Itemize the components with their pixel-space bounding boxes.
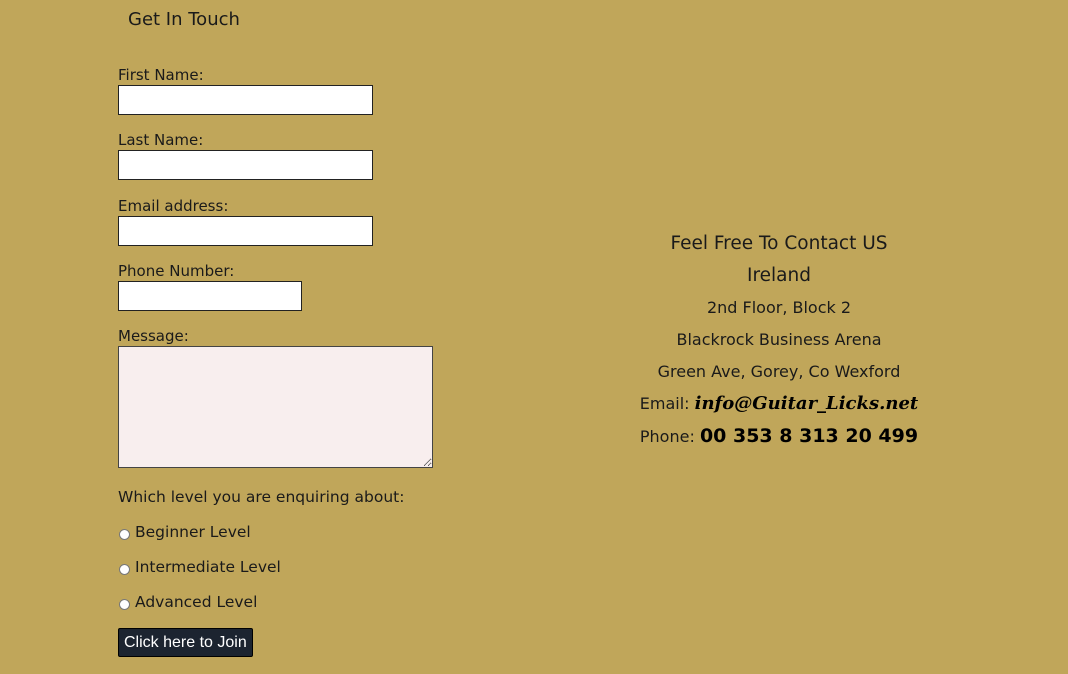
form-title: Get In Touch [128, 9, 240, 30]
phone-line: Phone: 00 353 8 313 20 499 [570, 420, 988, 452]
phone-label: Phone Number: [118, 262, 235, 280]
contact-country: Ireland [747, 265, 811, 286]
phone-input[interactable] [118, 281, 302, 311]
contact-email-value: info@Guitar_Licks.net [694, 393, 919, 414]
contact-phone-value: 00 353 8 313 20 499 [699, 425, 919, 447]
radio-option-advanced[interactable]: Advanced Level [118, 592, 257, 612]
first-name-label: First Name: [118, 66, 204, 84]
address-line-1: 2nd Floor, Block 2 [706, 298, 852, 317]
email-input[interactable] [118, 216, 373, 246]
radio-option-beginner[interactable]: Beginner Level [118, 522, 251, 542]
contact-info: Feel Free To Contact US Ireland 2nd Floo… [570, 228, 988, 452]
advanced-radio[interactable] [119, 598, 130, 610]
advanced-label: Advanced Level [135, 593, 258, 611]
first-name-input[interactable] [118, 85, 373, 115]
intermediate-radio[interactable] [119, 563, 130, 575]
address-line-2: Blackrock Business Arena [676, 330, 882, 349]
radio-option-intermediate[interactable]: Intermediate Level [118, 557, 281, 577]
email-label: Email address: [118, 197, 229, 215]
last-name-label: Last Name: [118, 131, 204, 149]
contact-page: Get In Touch First Name: Last Name: Emai… [0, 0, 1068, 674]
beginner-label: Beginner Level [135, 523, 251, 541]
contact-heading: Feel Free To Contact US [670, 233, 888, 254]
contact-email-label: Email: [639, 394, 690, 413]
level-question: Which level you are enquiring about: [118, 488, 405, 506]
beginner-radio[interactable] [119, 528, 130, 540]
email-line: Email: info@Guitar_Licks.net [570, 388, 988, 420]
last-name-input[interactable] [118, 150, 373, 180]
message-label: Message: [118, 327, 189, 345]
intermediate-label: Intermediate Level [135, 558, 281, 576]
contact-phone-label: Phone: [639, 427, 695, 446]
address-line-3: Green Ave, Gorey, Co Wexford [657, 362, 901, 381]
message-textarea[interactable] [118, 346, 433, 468]
join-button[interactable]: Click here to Join [118, 628, 253, 657]
